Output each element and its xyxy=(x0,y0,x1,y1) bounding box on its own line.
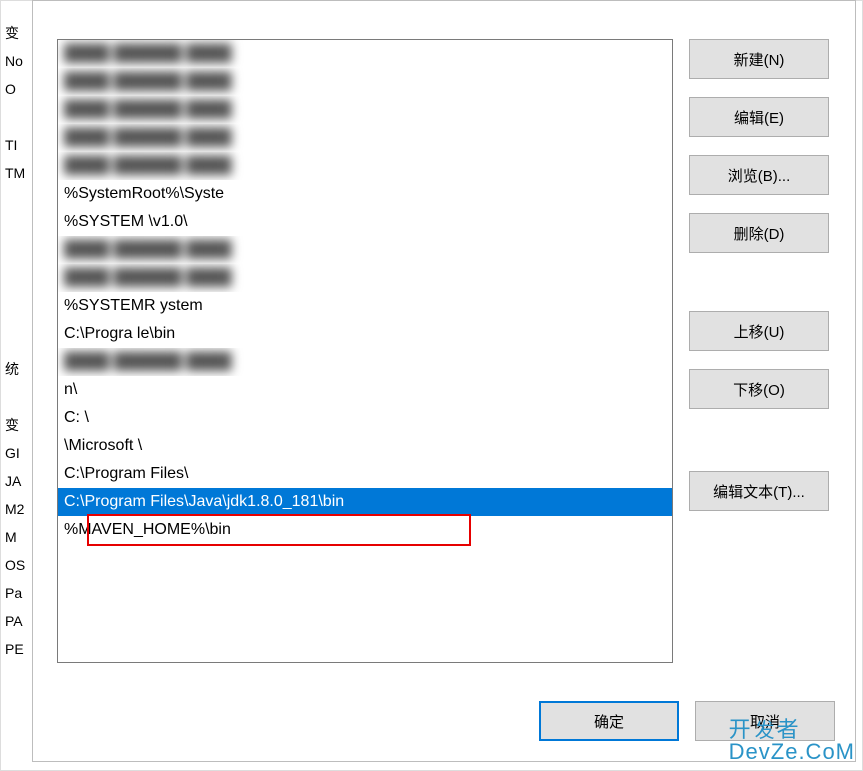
dialog-footer: 确定 取消 xyxy=(33,685,855,761)
ok-button[interactable]: 确定 xyxy=(539,701,679,741)
list-item[interactable]: ████ ██████ ████ xyxy=(58,124,672,152)
dialog-body: ████ ██████ ████████ ██████ ████████ ███… xyxy=(33,1,855,685)
edit-text-button[interactable]: 编辑文本(T)... xyxy=(689,471,829,511)
cancel-button[interactable]: 取消 xyxy=(695,701,835,741)
list-item-selected[interactable]: C:\Program Files\Java\jdk1.8.0_181\bin xyxy=(58,488,672,516)
highlight-annotation xyxy=(87,514,471,546)
list-item[interactable]: %SYSTEM \v1.0\ xyxy=(58,208,672,236)
side-button-column: 新建(N) 编辑(E) 浏览(B)... 删除(D) 上移(U) 下移(O) 编… xyxy=(689,39,835,685)
list-item[interactable]: ████ ██████ ████ xyxy=(58,236,672,264)
list-item[interactable]: ████ ██████ ████ xyxy=(58,96,672,124)
list-item[interactable]: C:\Program Files\ xyxy=(58,460,672,488)
list-item[interactable]: ████ ██████ ████ xyxy=(58,152,672,180)
move-down-button[interactable]: 下移(O) xyxy=(689,369,829,409)
delete-button[interactable]: 删除(D) xyxy=(689,213,829,253)
env-var-edit-dialog: ████ ██████ ████████ ██████ ████████ ███… xyxy=(32,0,856,762)
list-item[interactable]: ████ ██████ ████ xyxy=(58,264,672,292)
edit-button[interactable]: 编辑(E) xyxy=(689,97,829,137)
list-item[interactable]: C:\Progra le\bin xyxy=(58,320,672,348)
list-item[interactable]: %SystemRoot%\Syste xyxy=(58,180,672,208)
list-item[interactable]: %SYSTEMR ystem xyxy=(58,292,672,320)
list-item[interactable]: \Microsoft \ xyxy=(58,432,672,460)
list-item[interactable]: C: \ xyxy=(58,404,672,432)
browse-button[interactable]: 浏览(B)... xyxy=(689,155,829,195)
move-up-button[interactable]: 上移(U) xyxy=(689,311,829,351)
list-item[interactable]: n\ xyxy=(58,376,672,404)
new-button[interactable]: 新建(N) xyxy=(689,39,829,79)
path-listbox[interactable]: ████ ██████ ████████ ██████ ████████ ███… xyxy=(57,39,673,663)
list-item[interactable]: ████ ██████ ████ xyxy=(58,40,672,68)
list-item[interactable]: ████ ██████ ████ xyxy=(58,348,672,376)
list-item[interactable]: ████ ██████ ████ xyxy=(58,68,672,96)
